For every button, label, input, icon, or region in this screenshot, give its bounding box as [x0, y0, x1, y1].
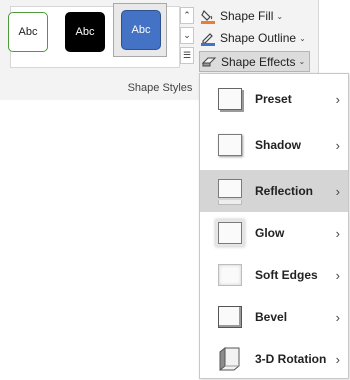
- chevron-right-icon: ›: [335, 91, 340, 107]
- menu-item-label: Glow: [255, 226, 285, 240]
- chevron-right-icon: ›: [335, 309, 340, 325]
- pencil-icon: [200, 30, 216, 46]
- chevron-right-icon: ›: [335, 351, 340, 367]
- menu-item-label: 3-D Rotation: [255, 352, 327, 366]
- menu-item-shadow[interactable]: Shadow ›: [200, 124, 348, 166]
- menu-item-3d-rotation[interactable]: 3-D Rotation ›: [200, 338, 348, 380]
- menu-item-bevel[interactable]: Bevel ›: [200, 296, 348, 338]
- shape-effects-label: Shape Effects: [221, 54, 296, 69]
- chevron-right-icon: ›: [335, 225, 340, 241]
- chevron-down-icon: ⌄: [298, 57, 306, 66]
- reflection-mirror: [218, 200, 242, 205]
- soft-edges-icon: [218, 264, 242, 286]
- chevron-right-icon: ›: [335, 267, 340, 283]
- menu-item-label: Soft Edges: [255, 268, 318, 282]
- 3d-rotation-icon: [217, 346, 243, 372]
- menu-item-glow[interactable]: Glow ›: [200, 212, 348, 254]
- style-swatch-blue-fill[interactable]: Abc: [121, 10, 161, 50]
- preset-icon: [218, 88, 242, 110]
- chevron-down-icon: ⌄: [299, 33, 306, 43]
- bevel-icon: [218, 306, 242, 328]
- menu-item-preset[interactable]: Preset ›: [200, 78, 348, 120]
- menu-item-label: Preset: [255, 92, 292, 106]
- shadow-icon: [218, 134, 242, 156]
- gallery-scroll-up-button[interactable]: ⌃: [180, 7, 194, 24]
- shape-outline-button[interactable]: Shape Outline ⌄: [200, 28, 306, 48]
- chevron-down-icon: ⌄: [276, 11, 284, 21]
- gallery-scroll-down-button[interactable]: ⌄: [180, 27, 194, 44]
- shape-effects-menu: Preset › Shadow › Reflection › Glow › So…: [199, 73, 349, 379]
- shape-effects-button[interactable]: Shape Effects ⌄: [199, 51, 311, 72]
- menu-item-label: Reflection: [255, 184, 314, 198]
- shape-outline-label: Shape Outline: [220, 31, 297, 45]
- paint-bucket-icon: [200, 8, 216, 24]
- menu-item-label: Bevel: [255, 310, 288, 324]
- menu-item-soft-edges[interactable]: Soft Edges ›: [200, 254, 348, 296]
- chevron-right-icon: ›: [335, 183, 340, 199]
- chevron-right-icon: ›: [335, 137, 340, 153]
- shape-fill-label: Shape Fill: [220, 9, 274, 23]
- menu-item-label: Shadow: [255, 138, 302, 152]
- gallery-more-button[interactable]: ☰: [180, 47, 194, 64]
- style-swatch-white-outline[interactable]: Abc: [8, 12, 48, 52]
- reflection-icon: [218, 179, 242, 198]
- shape-fill-button[interactable]: Shape Fill ⌄: [200, 6, 283, 26]
- shape-effects-icon: [201, 54, 217, 70]
- style-swatch-black-fill[interactable]: Abc: [65, 12, 105, 52]
- glow-icon: [218, 222, 242, 244]
- menu-item-reflection[interactable]: Reflection ›: [200, 170, 348, 212]
